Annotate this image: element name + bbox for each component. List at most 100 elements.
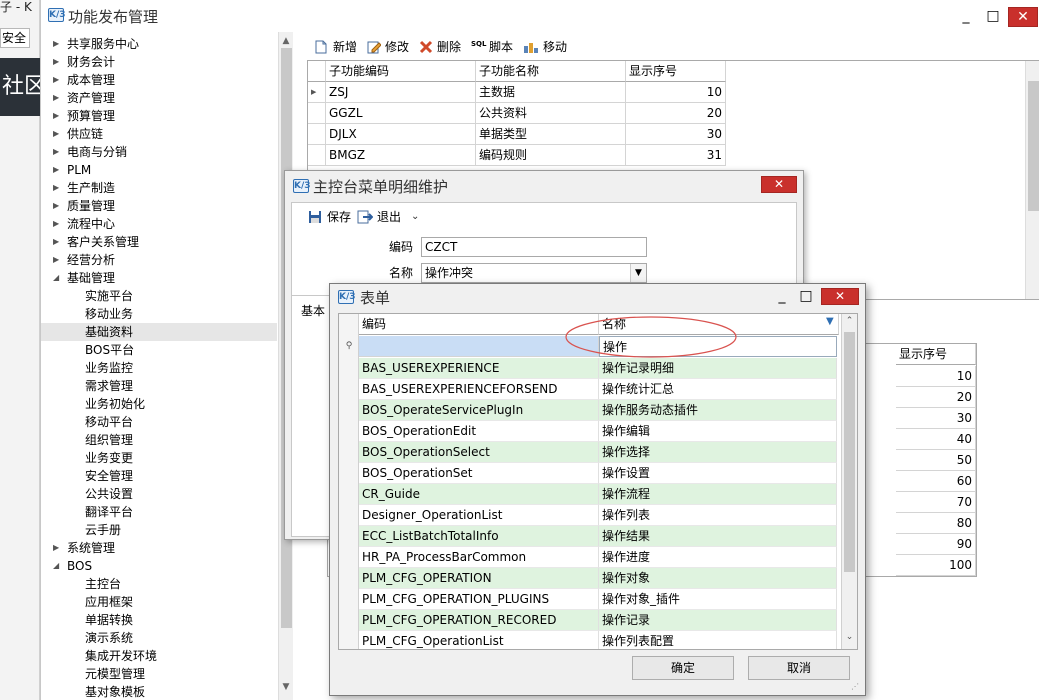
code-field[interactable]: CZCT xyxy=(421,237,647,257)
form-maximize-button[interactable]: □ xyxy=(792,287,820,307)
lower-seq-cell[interactable]: 40 xyxy=(896,429,976,450)
col-header-seq[interactable]: 显示序号 xyxy=(626,61,726,82)
collapsed-arrow-icon[interactable]: ▶ xyxy=(53,53,61,71)
tree-item[interactable]: BOS平台 xyxy=(41,341,277,359)
tree-item[interactable]: 主控台 xyxy=(41,575,277,593)
lower-seq-cell[interactable]: 70 xyxy=(896,492,976,513)
tree-item[interactable]: 业务监控 xyxy=(41,359,277,377)
form-grid-scrollbar[interactable]: ⌃ ⌄ xyxy=(841,314,857,649)
collapsed-arrow-icon[interactable]: ▶ xyxy=(53,539,61,557)
new-button[interactable]: 新增 xyxy=(315,36,365,58)
expanded-arrow-icon[interactable]: ◢ xyxy=(53,557,61,575)
lower-seq-cell[interactable]: 100 xyxy=(896,555,976,576)
collapsed-arrow-icon[interactable]: ▶ xyxy=(53,197,61,215)
form-list-row[interactable]: BOS_OperateServicePlugIn 操作服务动态插件 xyxy=(359,400,857,421)
lower-seq-cell[interactable]: 30 xyxy=(896,408,976,429)
collapsed-arrow-icon[interactable]: ▶ xyxy=(53,161,61,179)
col-header-code[interactable]: 子功能编码 xyxy=(326,61,476,82)
tree-item[interactable]: 基对象模板 xyxy=(41,683,277,700)
sub-name-cell[interactable]: 主数据 xyxy=(476,82,626,103)
collapsed-arrow-icon[interactable]: ▶ xyxy=(53,71,61,89)
form-list-row[interactable]: BAS_USEREXPERIENCEFORSEND 操作统计汇总 xyxy=(359,379,857,400)
minimize-button[interactable]: _ xyxy=(952,7,980,27)
lower-seq-cell[interactable]: 80 xyxy=(896,513,976,534)
sub-seq-cell[interactable]: 10 xyxy=(626,82,726,103)
delete-button[interactable]: 删除 xyxy=(419,36,467,58)
form-list-row[interactable]: HR_PA_ProcessBarCommon 操作进度 xyxy=(359,547,857,568)
maximize-button[interactable]: □ xyxy=(979,7,1007,27)
form-list-row[interactable]: PLM_CFG_OPERATION_PLUGINS 操作对象_插件 xyxy=(359,589,857,610)
lower-seq-cell[interactable]: 90 xyxy=(896,534,976,555)
collapsed-arrow-icon[interactable]: ▶ xyxy=(53,143,61,161)
sub-seq-cell[interactable]: 31 xyxy=(626,145,726,166)
form-list-row[interactable]: Designer_OperationList 操作列表 xyxy=(359,505,857,526)
sub-name-cell[interactable]: 单据类型 xyxy=(476,124,626,145)
tree-item[interactable]: 基础资料 xyxy=(41,323,277,341)
tree-item[interactable]: ▶ 质量管理 xyxy=(41,197,277,215)
col-header-name[interactable]: 子功能名称 xyxy=(476,61,626,82)
tree-item[interactable]: 元模型管理 xyxy=(41,665,277,683)
background-tab[interactable]: 安全 xyxy=(0,28,30,48)
tree-item[interactable]: 移动平台 xyxy=(41,413,277,431)
collapsed-arrow-icon[interactable]: ▶ xyxy=(53,107,61,125)
collapsed-arrow-icon[interactable]: ▶ xyxy=(53,179,61,197)
sub-seq-cell[interactable]: 20 xyxy=(626,103,726,124)
form-close-button[interactable]: ✕ xyxy=(821,288,859,305)
row-indicator[interactable]: ▶ xyxy=(308,82,326,103)
form-list-row[interactable]: BOS_OperationEdit 操作编辑 xyxy=(359,421,857,442)
tree-item[interactable]: ▶ 资产管理 xyxy=(41,89,277,107)
script-button[interactable]: SQL 脚本 xyxy=(471,36,521,58)
tree-item[interactable]: 集成开发环境 xyxy=(41,647,277,665)
collapsed-arrow-icon[interactable]: ▶ xyxy=(53,35,61,53)
lower-seq-cell[interactable]: 60 xyxy=(896,471,976,492)
edit-button[interactable]: 修改 xyxy=(367,36,415,58)
lower-col-header-seq[interactable]: 显示序号 xyxy=(896,344,976,365)
dialog-exit-button[interactable]: 退出 ⌄ xyxy=(357,207,427,227)
collapsed-arrow-icon[interactable]: ▶ xyxy=(53,233,61,251)
tree-item[interactable]: ▶ 客户关系管理 xyxy=(41,233,277,251)
move-button[interactable]: 移动 xyxy=(523,36,573,58)
tree-item[interactable]: ▶ PLM xyxy=(41,161,277,179)
tree-item[interactable]: 需求管理 xyxy=(41,377,277,395)
tree-item[interactable]: 实施平台 xyxy=(41,287,277,305)
tree-item[interactable]: 组织管理 xyxy=(41,431,277,449)
tab-basic[interactable]: 基本 xyxy=(301,301,325,321)
sub-seq-cell[interactable]: 30 xyxy=(626,124,726,145)
row-indicator[interactable] xyxy=(308,145,326,166)
tree-item[interactable]: ▶ 供应链 xyxy=(41,125,277,143)
tree-item[interactable]: ▶ 生产制造 xyxy=(41,179,277,197)
collapsed-arrow-icon[interactable]: ▶ xyxy=(53,125,61,143)
lower-seq-cell[interactable]: 10 xyxy=(896,366,976,387)
name-dropdown-icon[interactable]: ▼ xyxy=(630,264,646,282)
tree-item[interactable]: 单据转换 xyxy=(41,611,277,629)
form-list-row[interactable]: BOS_OperationSet 操作设置 xyxy=(359,463,857,484)
tree-item[interactable]: 公共设置 xyxy=(41,485,277,503)
close-button[interactable]: ✕ xyxy=(1008,7,1038,27)
form-list-row[interactable]: PLM_CFG_OPERATION 操作对象 xyxy=(359,568,857,589)
resize-grip-icon[interactable]: ⋰ xyxy=(851,682,859,691)
name-field[interactable]: 操作冲突 ▼ xyxy=(421,263,647,283)
form-list-row[interactable]: ECC_ListBatchTotalInfo 操作结果 xyxy=(359,526,857,547)
row-indicator[interactable] xyxy=(308,103,326,124)
exit-dropdown-icon[interactable]: ⌄ xyxy=(411,207,419,227)
tree-item[interactable]: 业务变更 xyxy=(41,449,277,467)
tree-item[interactable]: ▶ 流程中心 xyxy=(41,215,277,233)
tree-item[interactable]: ▶ 预算管理 xyxy=(41,107,277,125)
menu-detail-close-button[interactable]: ✕ xyxy=(761,176,797,193)
sub-code-cell[interactable]: GGZL xyxy=(326,103,476,124)
form-list-row[interactable]: BOS_OperationSelect 操作选择 xyxy=(359,442,857,463)
collapsed-arrow-icon[interactable]: ▶ xyxy=(53,251,61,269)
tree-item[interactable]: ▶ 经营分析 xyxy=(41,251,277,269)
tree-item[interactable]: 云手册 xyxy=(41,521,277,539)
tree-item[interactable]: 业务初始化 xyxy=(41,395,277,413)
tree-item[interactable]: ▶ 成本管理 xyxy=(41,71,277,89)
row-indicator[interactable] xyxy=(308,124,326,145)
tree-item[interactable]: ▶ 电商与分销 xyxy=(41,143,277,161)
tree-item[interactable]: 安全管理 xyxy=(41,467,277,485)
collapsed-arrow-icon[interactable]: ▶ xyxy=(53,89,61,107)
form-list-row[interactable]: BAS_USEREXPERIENCE 操作记录明细 xyxy=(359,358,857,379)
grid-scrollbar[interactable] xyxy=(1025,61,1039,299)
tree-item[interactable]: ◢ 基础管理 xyxy=(41,269,277,287)
form-list-row[interactable]: PLM_CFG_OperationList 操作列表配置 xyxy=(359,631,857,649)
tree-item[interactable]: 应用框架 xyxy=(41,593,277,611)
